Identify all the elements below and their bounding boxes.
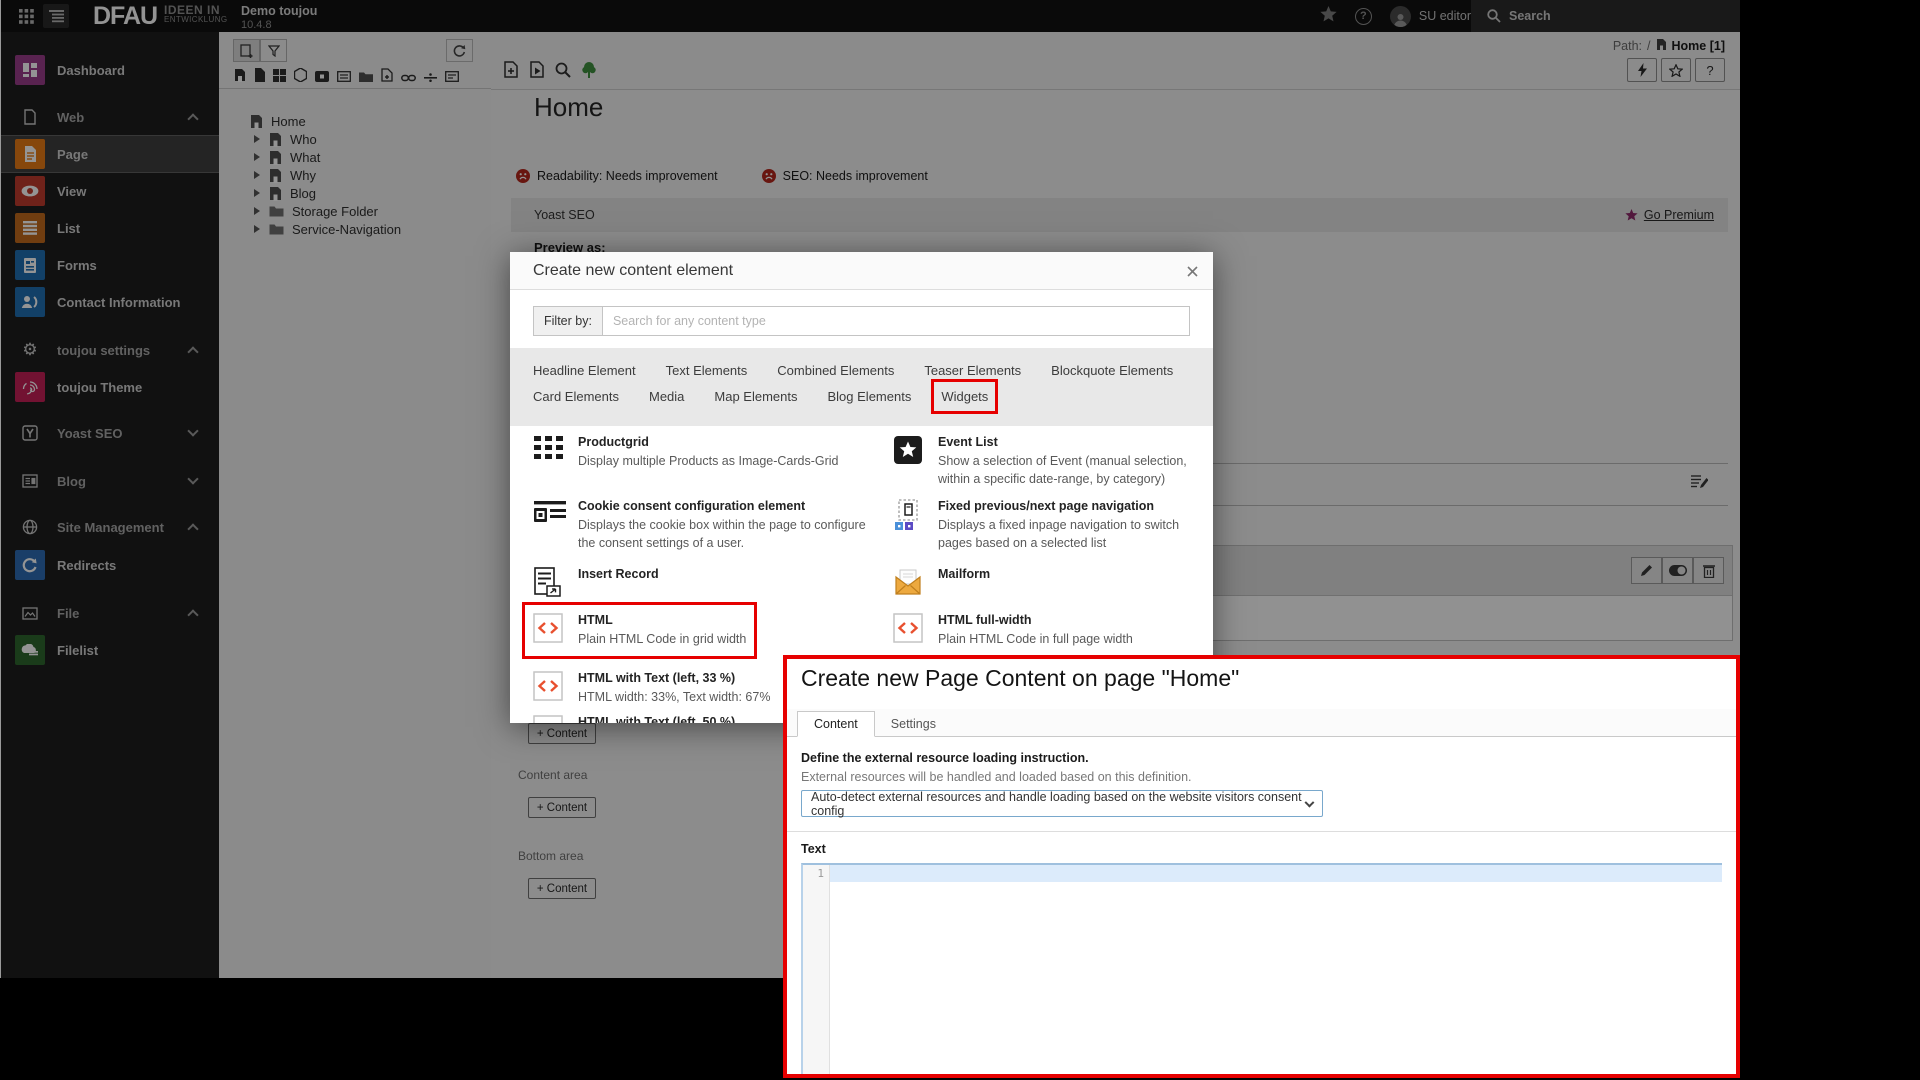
tab-text-elements[interactable]: Text Elements [666,363,748,378]
tab-card-elements[interactable]: Card Elements [533,389,619,404]
new-content-element-modal: Create new content element Filter by: He… [510,252,1213,723]
filter-label: Filter by: [533,306,602,336]
resource-loading-select[interactable]: Auto-detect external resources and handl… [801,790,1323,817]
tab-settings[interactable]: Settings [875,712,952,736]
tab-widgets[interactable]: Widgets [941,389,988,404]
item-mailform[interactable]: Mailform [893,567,1203,613]
resource-loading-label: Define the external resource loading ins… [801,751,1089,765]
code-editor[interactable]: 1 [801,863,1722,1074]
tab-map-elements[interactable]: Map Elements [714,389,797,404]
cookie-consent-icon [533,499,565,567]
filter-input[interactable] [602,306,1190,336]
window-title: Create new Page Content on page "Home" [801,665,1239,692]
text-field-label: Text [801,842,826,856]
tab-blockquote-elements[interactable]: Blockquote Elements [1051,363,1173,378]
productgrid-icon [533,435,565,499]
window-tabs: Content Settings [787,709,1736,737]
item-cookie-consent[interactable]: Cookie consent configuration elementDisp… [533,499,893,567]
filter-row: Filter by: [533,306,1190,336]
resource-loading-help: External resources will be handled and l… [801,770,1192,784]
html-code-icon [533,715,565,723]
modal-header: Create new content element [510,252,1213,290]
tab-media[interactable]: Media [649,389,684,404]
item-productgrid[interactable]: ProductgridDisplay multiple Products as … [533,435,893,499]
tab-combined-elements[interactable]: Combined Elements [777,363,894,378]
divider [787,831,1736,832]
content-type-tabs: Headline Element Text Elements Combined … [510,348,1213,426]
editor-active-line [830,865,1722,882]
item-event-list[interactable]: Event ListShow a selection of Event (man… [893,435,1203,499]
html-code-icon [533,613,565,648]
html-code-icon [533,671,565,715]
tab-blog-elements[interactable]: Blog Elements [828,389,912,404]
modal-title: Create new content element [533,262,733,280]
tab-content[interactable]: Content [797,711,875,737]
tab-teaser-elements[interactable]: Teaser Elements [924,363,1021,378]
tab-headline-element[interactable]: Headline Element [533,363,636,378]
fixed-page-navigation-icon [893,499,925,567]
item-fixed-page-navigation[interactable]: Fixed previous/next page navigationDispl… [893,499,1203,567]
close-icon[interactable] [1183,262,1201,280]
editor-text-area[interactable] [830,865,1722,1074]
mailform-envelope-icon [893,567,925,613]
new-page-content-window: Create new Page Content on page "Home" C… [783,655,1740,1078]
event-list-icon [893,435,925,499]
editor-gutter: 1 [803,865,830,1074]
insert-record-icon [533,567,565,613]
item-insert-record[interactable]: Insert Record [533,567,893,613]
